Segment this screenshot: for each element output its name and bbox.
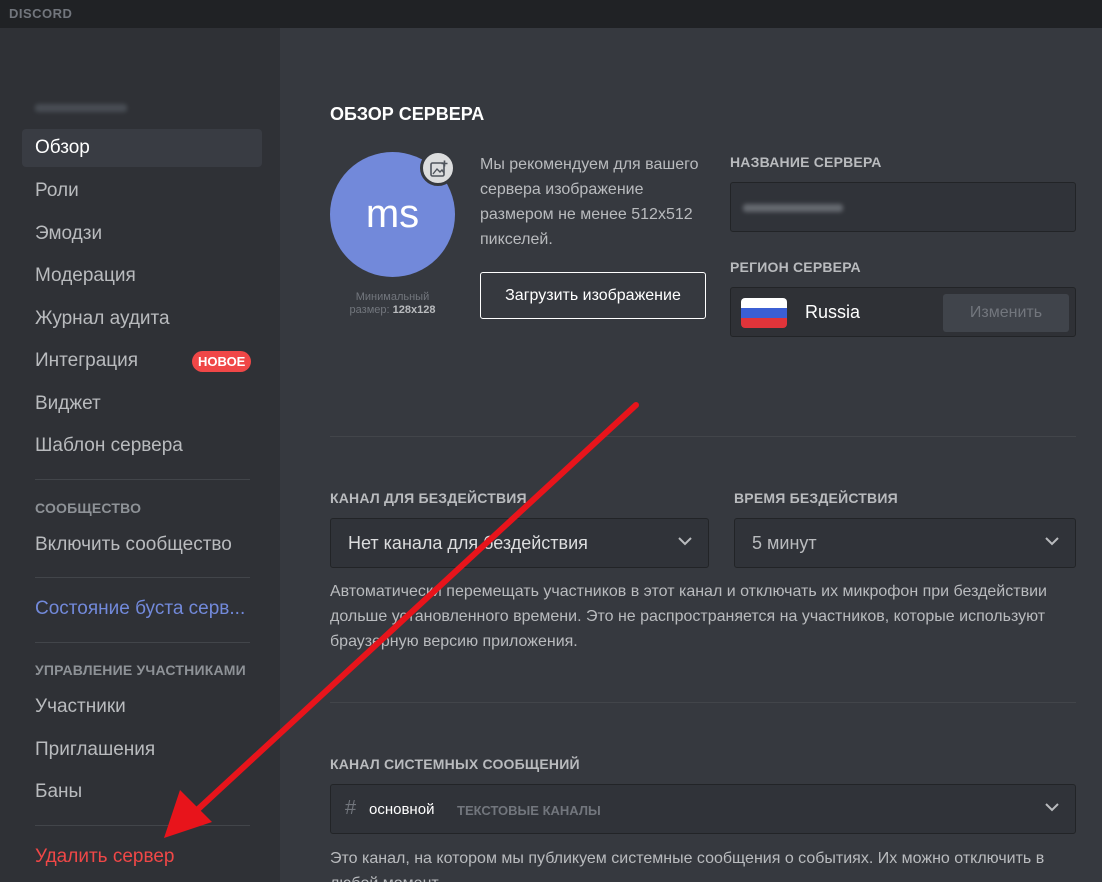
chevron-down-icon: [1045, 803, 1059, 812]
sidebar-item-overview[interactable]: Обзор: [22, 129, 262, 167]
afk-timeout-value: 5 минут: [752, 533, 817, 553]
server-region-value: Russia: [805, 302, 861, 322]
chevron-down-icon: [678, 537, 692, 546]
sidebar-section-community: СООБЩЕСТВО: [35, 500, 142, 516]
settings-content: ОБЗОР СЕРВЕРА ms Минимальный размер: 128…: [280, 28, 1102, 882]
sidebar-divider: [35, 479, 250, 480]
sidebar-item-moderation[interactable]: Модерация: [22, 257, 262, 295]
new-badge: НОВОЕ: [192, 351, 252, 372]
afk-timeout-label: ВРЕМЯ БЕЗДЕЙСТВИЯ: [734, 490, 898, 506]
sidebar-item-boost-status[interactable]: Состояние буста серв...: [22, 590, 262, 628]
hash-icon: #: [345, 797, 357, 819]
change-region-button[interactable]: Изменить: [943, 294, 1069, 332]
chevron-down-icon: [1045, 537, 1059, 546]
image-recommendation-text: Мы рекомендуем для вашего сервера изобра…: [480, 156, 699, 248]
title-bar: DISCORD: [0, 0, 1102, 28]
sidebar-item-audit-log[interactable]: Журнал аудита: [22, 300, 262, 338]
system-channel-select[interactable]: # основной ТЕКСТОВЫЕ КАНАЛЫ: [330, 784, 1076, 834]
page-title: ОБЗОР СЕРВЕРА: [330, 104, 485, 124]
sidebar-item-server-template[interactable]: Шаблон сервера: [22, 427, 262, 465]
system-channel-value: основной: [369, 801, 435, 818]
system-channel-category: ТЕКСТОВЫЕ КАНАЛЫ: [457, 803, 601, 818]
afk-channel-value: Нет канала для бездействия: [348, 533, 588, 553]
sidebar-section-member-management: УПРАВЛЕНИЕ УЧАСТНИКАМИ: [35, 662, 246, 678]
settings-sidebar: Обзор Роли Эмодзи Модерация Журнал аудит…: [0, 28, 280, 882]
upload-image-button[interactable]: Загрузить изображение: [480, 272, 706, 319]
sidebar-divider: [35, 642, 250, 643]
afk-timeout-select[interactable]: 5 минут: [734, 518, 1076, 568]
sidebar-item-emoji[interactable]: Эмодзи: [22, 215, 262, 253]
app-brand: DISCORD: [9, 6, 73, 21]
server-region-label: РЕГИОН СЕРВЕРА: [730, 259, 861, 275]
min-size-hint: Минимальный размер: 128x128: [349, 291, 436, 316]
afk-channel-select[interactable]: Нет канала для бездействия: [330, 518, 709, 568]
sidebar-item-roles[interactable]: Роли: [22, 172, 262, 210]
sidebar-item-enable-community[interactable]: Включить сообщество: [22, 526, 262, 564]
system-channel-label: КАНАЛ СИСТЕМНЫХ СООБЩЕНИЙ: [330, 756, 580, 772]
server-name-value: [743, 204, 843, 212]
sidebar-item-invites[interactable]: Приглашения: [22, 731, 262, 769]
section-divider: [330, 436, 1076, 437]
sidebar-item-widget[interactable]: Виджет: [22, 385, 262, 423]
afk-help-text: Автоматически перемещать участников в эт…: [330, 583, 1047, 650]
russia-flag-icon: [741, 298, 787, 328]
add-image-icon: [430, 160, 448, 177]
afk-channel-label: КАНАЛ ДЛЯ БЕЗДЕЙСТВИЯ: [330, 490, 527, 506]
system-channel-help-text: Это канал, на котором мы публикуем систе…: [330, 850, 1045, 882]
sidebar-item-bans[interactable]: Баны: [22, 773, 262, 811]
avatar-upload-button[interactable]: [420, 150, 456, 186]
sidebar-divider: [35, 577, 250, 578]
sidebar-item-delete-server[interactable]: Удалить сервер: [22, 838, 262, 876]
server-name-label: НАЗВАНИЕ СЕРВЕРА: [730, 154, 882, 170]
sidebar-divider: [35, 825, 250, 826]
sidebar-server-name: [35, 104, 127, 112]
sidebar-item-label: Интеграция: [35, 350, 139, 371]
sidebar-item-integrations[interactable]: Интеграция НОВОЕ: [22, 342, 262, 380]
section-divider: [330, 702, 1076, 703]
server-name-input[interactable]: [730, 182, 1076, 232]
server-region-selector: Russia Изменить: [730, 287, 1076, 337]
sidebar-item-members[interactable]: Участники: [22, 688, 262, 726]
